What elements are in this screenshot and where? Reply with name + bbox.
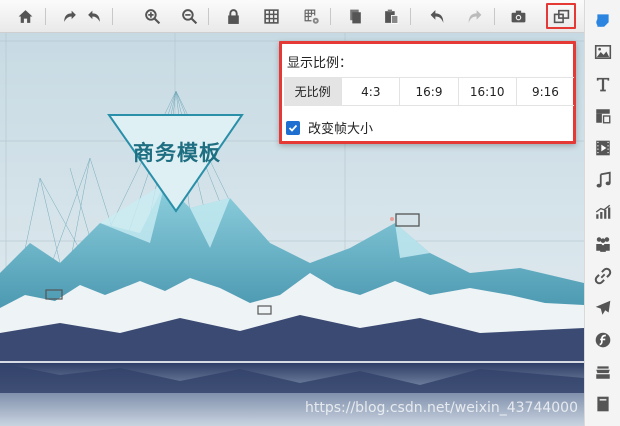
toolbar-separator: [45, 8, 46, 25]
camera-icon[interactable]: [507, 5, 529, 27]
music-icon[interactable]: [593, 170, 613, 190]
display-ratio-label: 显示比例：: [287, 56, 353, 71]
toolbar-separator: [208, 8, 209, 25]
right-sidebar: [584, 0, 620, 426]
display-ratio-popup: 显示比例： 无比例 4:3 16:9 16:10 9:16 改变帧大小: [279, 41, 576, 144]
ratio-option-none[interactable]: 无比例: [284, 78, 342, 105]
flash-icon[interactable]: [593, 330, 613, 350]
undo-icon[interactable]: [426, 5, 448, 27]
airplane-icon[interactable]: [593, 298, 613, 318]
page-icon[interactable]: [593, 394, 613, 414]
toolbar-separator: [330, 8, 331, 25]
grid-settings-icon[interactable]: [300, 5, 322, 27]
shape-icon[interactable]: [593, 10, 613, 30]
resize-frame-label: 改变帧大小: [308, 122, 374, 137]
people-icon[interactable]: [593, 234, 613, 254]
ratio-option-9-16[interactable]: 9:16: [515, 78, 574, 105]
image-icon[interactable]: [593, 42, 613, 62]
layers-icon[interactable]: [593, 362, 613, 382]
home-icon[interactable]: [14, 5, 36, 27]
link-icon[interactable]: [593, 266, 613, 286]
rotate-right-icon[interactable]: [58, 5, 80, 27]
copy-icon[interactable]: [344, 5, 366, 27]
toolbar-separator: [494, 8, 495, 25]
video-icon[interactable]: [593, 138, 613, 158]
paste-icon[interactable]: [380, 5, 402, 27]
toolbar-separator: [112, 8, 113, 25]
lock-icon[interactable]: [222, 5, 244, 27]
top-toolbar: [0, 0, 620, 33]
zoom-out-icon[interactable]: [178, 5, 200, 27]
aspect-ratio-icon[interactable]: [546, 3, 576, 29]
text-icon[interactable]: [593, 74, 613, 94]
ratio-option-4-3[interactable]: 4:3: [341, 78, 399, 105]
grid-icon[interactable]: [260, 5, 282, 27]
chart-icon[interactable]: [593, 202, 613, 222]
ratio-option-16-9[interactable]: 16:9: [399, 78, 457, 105]
zoom-in-icon[interactable]: [141, 5, 163, 27]
ratio-option-16-10[interactable]: 16:10: [457, 78, 516, 105]
toolbar-separator: [410, 8, 411, 25]
rotate-left-icon[interactable]: [83, 5, 105, 27]
ratio-options: 无比例 4:3 16:9 16:10 9:16: [284, 77, 574, 106]
redo-icon[interactable]: [463, 5, 485, 27]
check-icon: [288, 124, 298, 132]
slide-title[interactable]: 商务模板: [118, 137, 236, 167]
watermark-text: https://blog.csdn.net/weixin_43744000: [304, 400, 578, 416]
resize-frame-checkbox[interactable]: [286, 120, 300, 135]
resize-frame-row[interactable]: 改变帧大小: [286, 118, 373, 137]
media-icon[interactable]: [593, 106, 613, 126]
